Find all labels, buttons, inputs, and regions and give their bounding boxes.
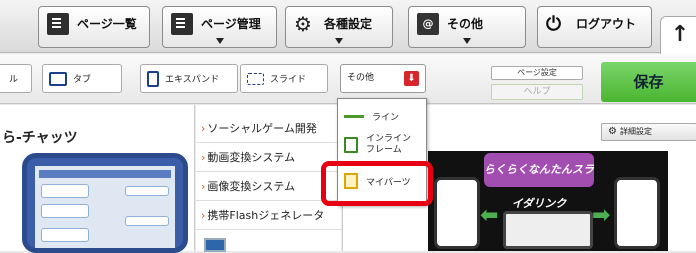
list-item-label: 動画変換システム xyxy=(207,151,296,164)
page-settings-button[interactable]: ページ設定 xyxy=(491,66,583,80)
tab-button[interactable]: タブ xyxy=(42,64,122,93)
editor-toolbar: ル タブ エキスパンド スライド その他 ⬇ ページ設定 ヘルプ 保存 xyxy=(0,54,696,104)
at-icon: @ xyxy=(417,13,439,35)
power-icon: ⏻ xyxy=(546,13,562,35)
link-list-pane: › ソーシャルゲーム開発 › 動画変換システム › 画像変換システム › 携帯Flash… xyxy=(196,105,341,252)
page-manage-icon xyxy=(171,13,193,35)
save-button[interactable]: 保存 xyxy=(601,62,696,102)
nav-page-list-button[interactable]: ページ一覧 xyxy=(38,6,150,48)
highlight-annotation xyxy=(321,161,433,206)
tab-label: タブ xyxy=(73,75,92,85)
list-item[interactable]: › 携帯Flashジェネレータ xyxy=(196,202,341,230)
slide-label: スライド xyxy=(270,75,307,85)
laptop-device-image xyxy=(503,211,593,249)
menu-item-inline-frame-label: インライン フレーム xyxy=(366,134,412,155)
menu-item-line-label: ライン xyxy=(372,112,400,123)
detail-settings-label: 詳細設定 xyxy=(619,127,652,136)
list-item-label: 携帯Flashジェネレータ xyxy=(207,209,325,222)
list-item-label: ソーシャルゲーム開発 xyxy=(207,122,317,135)
arrow-right-icon: › xyxy=(201,122,206,135)
expand-icon xyxy=(147,70,159,87)
left-pane-title: ら-チャッツ xyxy=(2,130,78,146)
arrow-right-icon: › xyxy=(201,180,206,193)
toolbar-cutoff-label: ル xyxy=(9,75,19,85)
chat-bubble xyxy=(41,228,89,242)
dropdown-arrow-icon: ⬇ xyxy=(404,71,419,86)
nav-page-manage-button[interactable]: ページ管理 xyxy=(162,6,277,48)
chat-bubble xyxy=(125,186,169,196)
thumbnail-image xyxy=(204,238,226,252)
nav-page-manage-label: ページ管理 xyxy=(201,17,261,31)
arrow-right-icon: ➡ xyxy=(592,203,611,228)
toolbar-cutoff-button[interactable]: ル xyxy=(0,64,32,93)
slide-icon xyxy=(247,72,264,85)
chat-header-bar xyxy=(39,170,171,178)
menu-item-line[interactable]: ライン xyxy=(338,107,428,125)
detail-settings-button[interactable]: ⚙ 詳細設定 xyxy=(601,123,696,141)
menu-item-inline-frame[interactable]: インライン フレーム xyxy=(338,129,428,161)
gear-icon: ⚙ xyxy=(294,12,312,36)
list-item[interactable]: › 動画変換システム xyxy=(196,144,341,172)
chat-bubble xyxy=(41,184,89,198)
list-item-label: 画像変換システム xyxy=(207,180,296,193)
phone-device-image xyxy=(434,177,480,249)
expand-button[interactable]: エキスパンド xyxy=(140,64,238,93)
nav-other-label: その他 xyxy=(447,17,484,31)
top-navigation-bar: ページ一覧 ページ管理 ⚙ 各種設定 @ その他 ⏻ ログアウト ↑ xyxy=(0,0,696,54)
home-arrow-icon[interactable]: ↑ xyxy=(660,16,696,54)
gear-icon: ⚙ xyxy=(608,126,617,137)
help-button[interactable]: ヘルプ xyxy=(491,84,583,100)
list-item[interactable]: › 画像変換システム xyxy=(196,173,341,201)
nav-settings-button[interactable]: ⚙ 各種設定 xyxy=(285,6,393,48)
chevron-down-icon xyxy=(215,38,224,44)
chat-screen xyxy=(35,166,175,248)
tab-icon xyxy=(49,71,67,86)
slider-banner: らくらくなんたんスライダリンク xyxy=(484,153,594,210)
nav-settings-label: 各種設定 xyxy=(324,17,373,31)
other-dropdown-label: その他 xyxy=(347,73,375,83)
slide-button[interactable]: スライド xyxy=(240,64,328,93)
left-preview-pane: ら-チャッツ xyxy=(0,105,195,253)
arrow-left-icon: ⬅ xyxy=(480,203,499,228)
chevron-down-icon xyxy=(335,38,343,44)
page-list-icon xyxy=(47,13,69,35)
nav-other-button[interactable]: @ その他 xyxy=(408,6,526,48)
other-dropdown-button[interactable]: その他 ⬇ xyxy=(340,64,426,93)
chat-bubble xyxy=(41,204,89,218)
line-icon xyxy=(344,114,364,118)
nav-logout-label: ログアウト xyxy=(576,17,637,31)
slider-preview-image: らくらくなんたんスライダリンク ⬅ ➡ xyxy=(428,151,668,251)
arrow-right-icon: › xyxy=(201,209,206,222)
phone-device-image xyxy=(614,177,660,249)
chat-preview-image xyxy=(22,153,188,253)
list-item[interactable]: › ソーシャルゲーム開発 xyxy=(196,115,341,143)
nav-logout-button[interactable]: ⏻ ログアウト xyxy=(537,6,652,48)
frame-icon xyxy=(344,137,358,153)
expand-label: エキスパンド xyxy=(165,75,220,85)
chevron-down-icon xyxy=(463,38,471,44)
chat-bubble xyxy=(125,216,169,226)
arrow-right-icon: › xyxy=(201,151,206,164)
nav-page-list-label: ページ一覧 xyxy=(77,17,137,31)
